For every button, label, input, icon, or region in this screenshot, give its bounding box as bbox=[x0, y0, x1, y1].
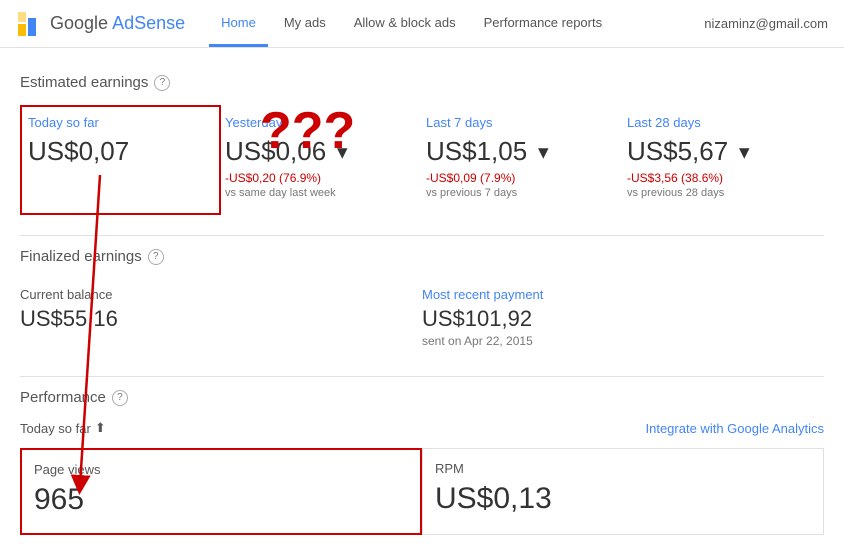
earnings-yesterday-vs: vs same day last week bbox=[225, 187, 406, 199]
earnings-today-amount: US$0,07 bbox=[28, 136, 205, 167]
performance-title: Performance bbox=[20, 389, 106, 406]
earnings-today-period: Today so far bbox=[28, 115, 205, 130]
current-balance-label: Current balance bbox=[20, 287, 422, 302]
finalized-earnings-header: Finalized earnings ? bbox=[20, 248, 824, 265]
earnings-card-yesterday: Yesterday US$0,06 ▼ -US$0,20 (76.9%) vs … bbox=[221, 105, 422, 215]
logo[interactable]: Google AdSense bbox=[16, 10, 185, 38]
earnings-grid: Today so far US$0,07 Yesterday US$0,06 ▼… bbox=[20, 105, 824, 215]
period-select[interactable]: Today so far ⬆ bbox=[20, 420, 106, 436]
divider-1 bbox=[20, 235, 824, 236]
period-select-chevron: ⬆ bbox=[95, 420, 106, 436]
finalized-current-balance-card: Current balance US$55,16 bbox=[20, 279, 422, 356]
earnings-28days-amount: US$5,67 ▼ bbox=[627, 136, 808, 167]
finalized-most-recent-card: Most recent payment US$101,92 sent on Ap… bbox=[422, 279, 824, 356]
period-select-label: Today so far bbox=[20, 421, 91, 436]
performance-header: Performance ? bbox=[20, 389, 824, 406]
logo-google-text: Google AdSense bbox=[50, 13, 185, 34]
stats-grid: Page views 965 RPM US$0,13 bbox=[20, 448, 824, 535]
integrate-google-analytics-link[interactable]: Integrate with Google Analytics bbox=[646, 421, 825, 436]
nav-item-allow-block-ads[interactable]: Allow & block ads bbox=[342, 1, 468, 47]
most-recent-amount: US$101,92 bbox=[422, 306, 824, 332]
earnings-28days-change: -US$3,56 (38.6%) bbox=[627, 171, 808, 185]
stats-page-views-value: 965 bbox=[34, 483, 404, 517]
main-content: Estimated earnings ? ??? Today so far US… bbox=[0, 48, 844, 551]
earnings-annotation-wrapper: ??? Today so far US$0,07 Yesterday US$0,… bbox=[20, 105, 824, 215]
finalized-earnings-help-icon[interactable]: ? bbox=[148, 249, 164, 265]
estimated-earnings-header: Estimated earnings ? bbox=[20, 74, 824, 91]
performance-section: Performance ? Today so far ⬆ Integrate w… bbox=[20, 389, 824, 535]
earnings-7days-amount: US$1,05 ▼ bbox=[426, 136, 607, 167]
finalized-earnings-title: Finalized earnings bbox=[20, 248, 142, 265]
earnings-7days-change: -US$0,09 (7.9%) bbox=[426, 171, 607, 185]
earnings-7days-period: Last 7 days bbox=[426, 115, 607, 130]
most-recent-date: sent on Apr 22, 2015 bbox=[422, 334, 824, 348]
stats-rpm-value: US$0,13 bbox=[435, 482, 807, 516]
estimated-earnings-help-icon[interactable]: ? bbox=[154, 75, 170, 91]
divider-2 bbox=[20, 376, 824, 377]
earnings-yesterday-change: -US$0,20 (76.9%) bbox=[225, 171, 406, 185]
stats-rpm-label: RPM bbox=[435, 461, 807, 476]
earnings-card-7days: Last 7 days US$1,05 ▼ -US$0,09 (7.9%) vs… bbox=[422, 105, 623, 215]
header: Google AdSense Home My ads Allow & block… bbox=[0, 0, 844, 48]
earnings-yesterday-amount: US$0,06 ▼ bbox=[225, 136, 406, 167]
finalized-earnings-section: Finalized earnings ? Current balance US$… bbox=[20, 248, 824, 356]
estimated-earnings-title: Estimated earnings bbox=[20, 74, 148, 91]
stats-card-page-views: Page views 965 bbox=[20, 448, 422, 535]
nav-item-performance-reports[interactable]: Performance reports bbox=[472, 1, 615, 47]
earnings-card-28days: Last 28 days US$5,67 ▼ -US$3,56 (38.6%) … bbox=[623, 105, 824, 215]
main-nav: Home My ads Allow & block ads Performanc… bbox=[209, 1, 704, 46]
logo-adsense-text: AdSense bbox=[112, 13, 185, 33]
logo-icon bbox=[16, 10, 44, 38]
nav-item-my-ads[interactable]: My ads bbox=[272, 1, 338, 47]
earnings-card-today: Today so far US$0,07 bbox=[20, 105, 221, 215]
most-recent-label: Most recent payment bbox=[422, 287, 824, 302]
stats-page-views-label: Page views bbox=[34, 462, 404, 477]
performance-controls: Today so far ⬆ Integrate with Google Ana… bbox=[20, 420, 824, 436]
earnings-7days-vs: vs previous 7 days bbox=[426, 187, 607, 199]
current-balance-amount: US$55,16 bbox=[20, 306, 422, 332]
stats-wrapper: Page views 965 RPM US$0,13 bbox=[20, 448, 824, 535]
performance-help-icon[interactable]: ? bbox=[112, 390, 128, 406]
earnings-28days-period: Last 28 days bbox=[627, 115, 808, 130]
stats-card-rpm: RPM US$0,13 bbox=[422, 448, 824, 535]
user-email: nizaminz@gmail.com bbox=[704, 16, 828, 31]
earnings-28days-vs: vs previous 28 days bbox=[627, 187, 808, 199]
nav-item-home[interactable]: Home bbox=[209, 1, 268, 47]
finalized-grid: Current balance US$55,16 Most recent pay… bbox=[20, 279, 824, 356]
earnings-yesterday-period: Yesterday bbox=[225, 115, 406, 130]
